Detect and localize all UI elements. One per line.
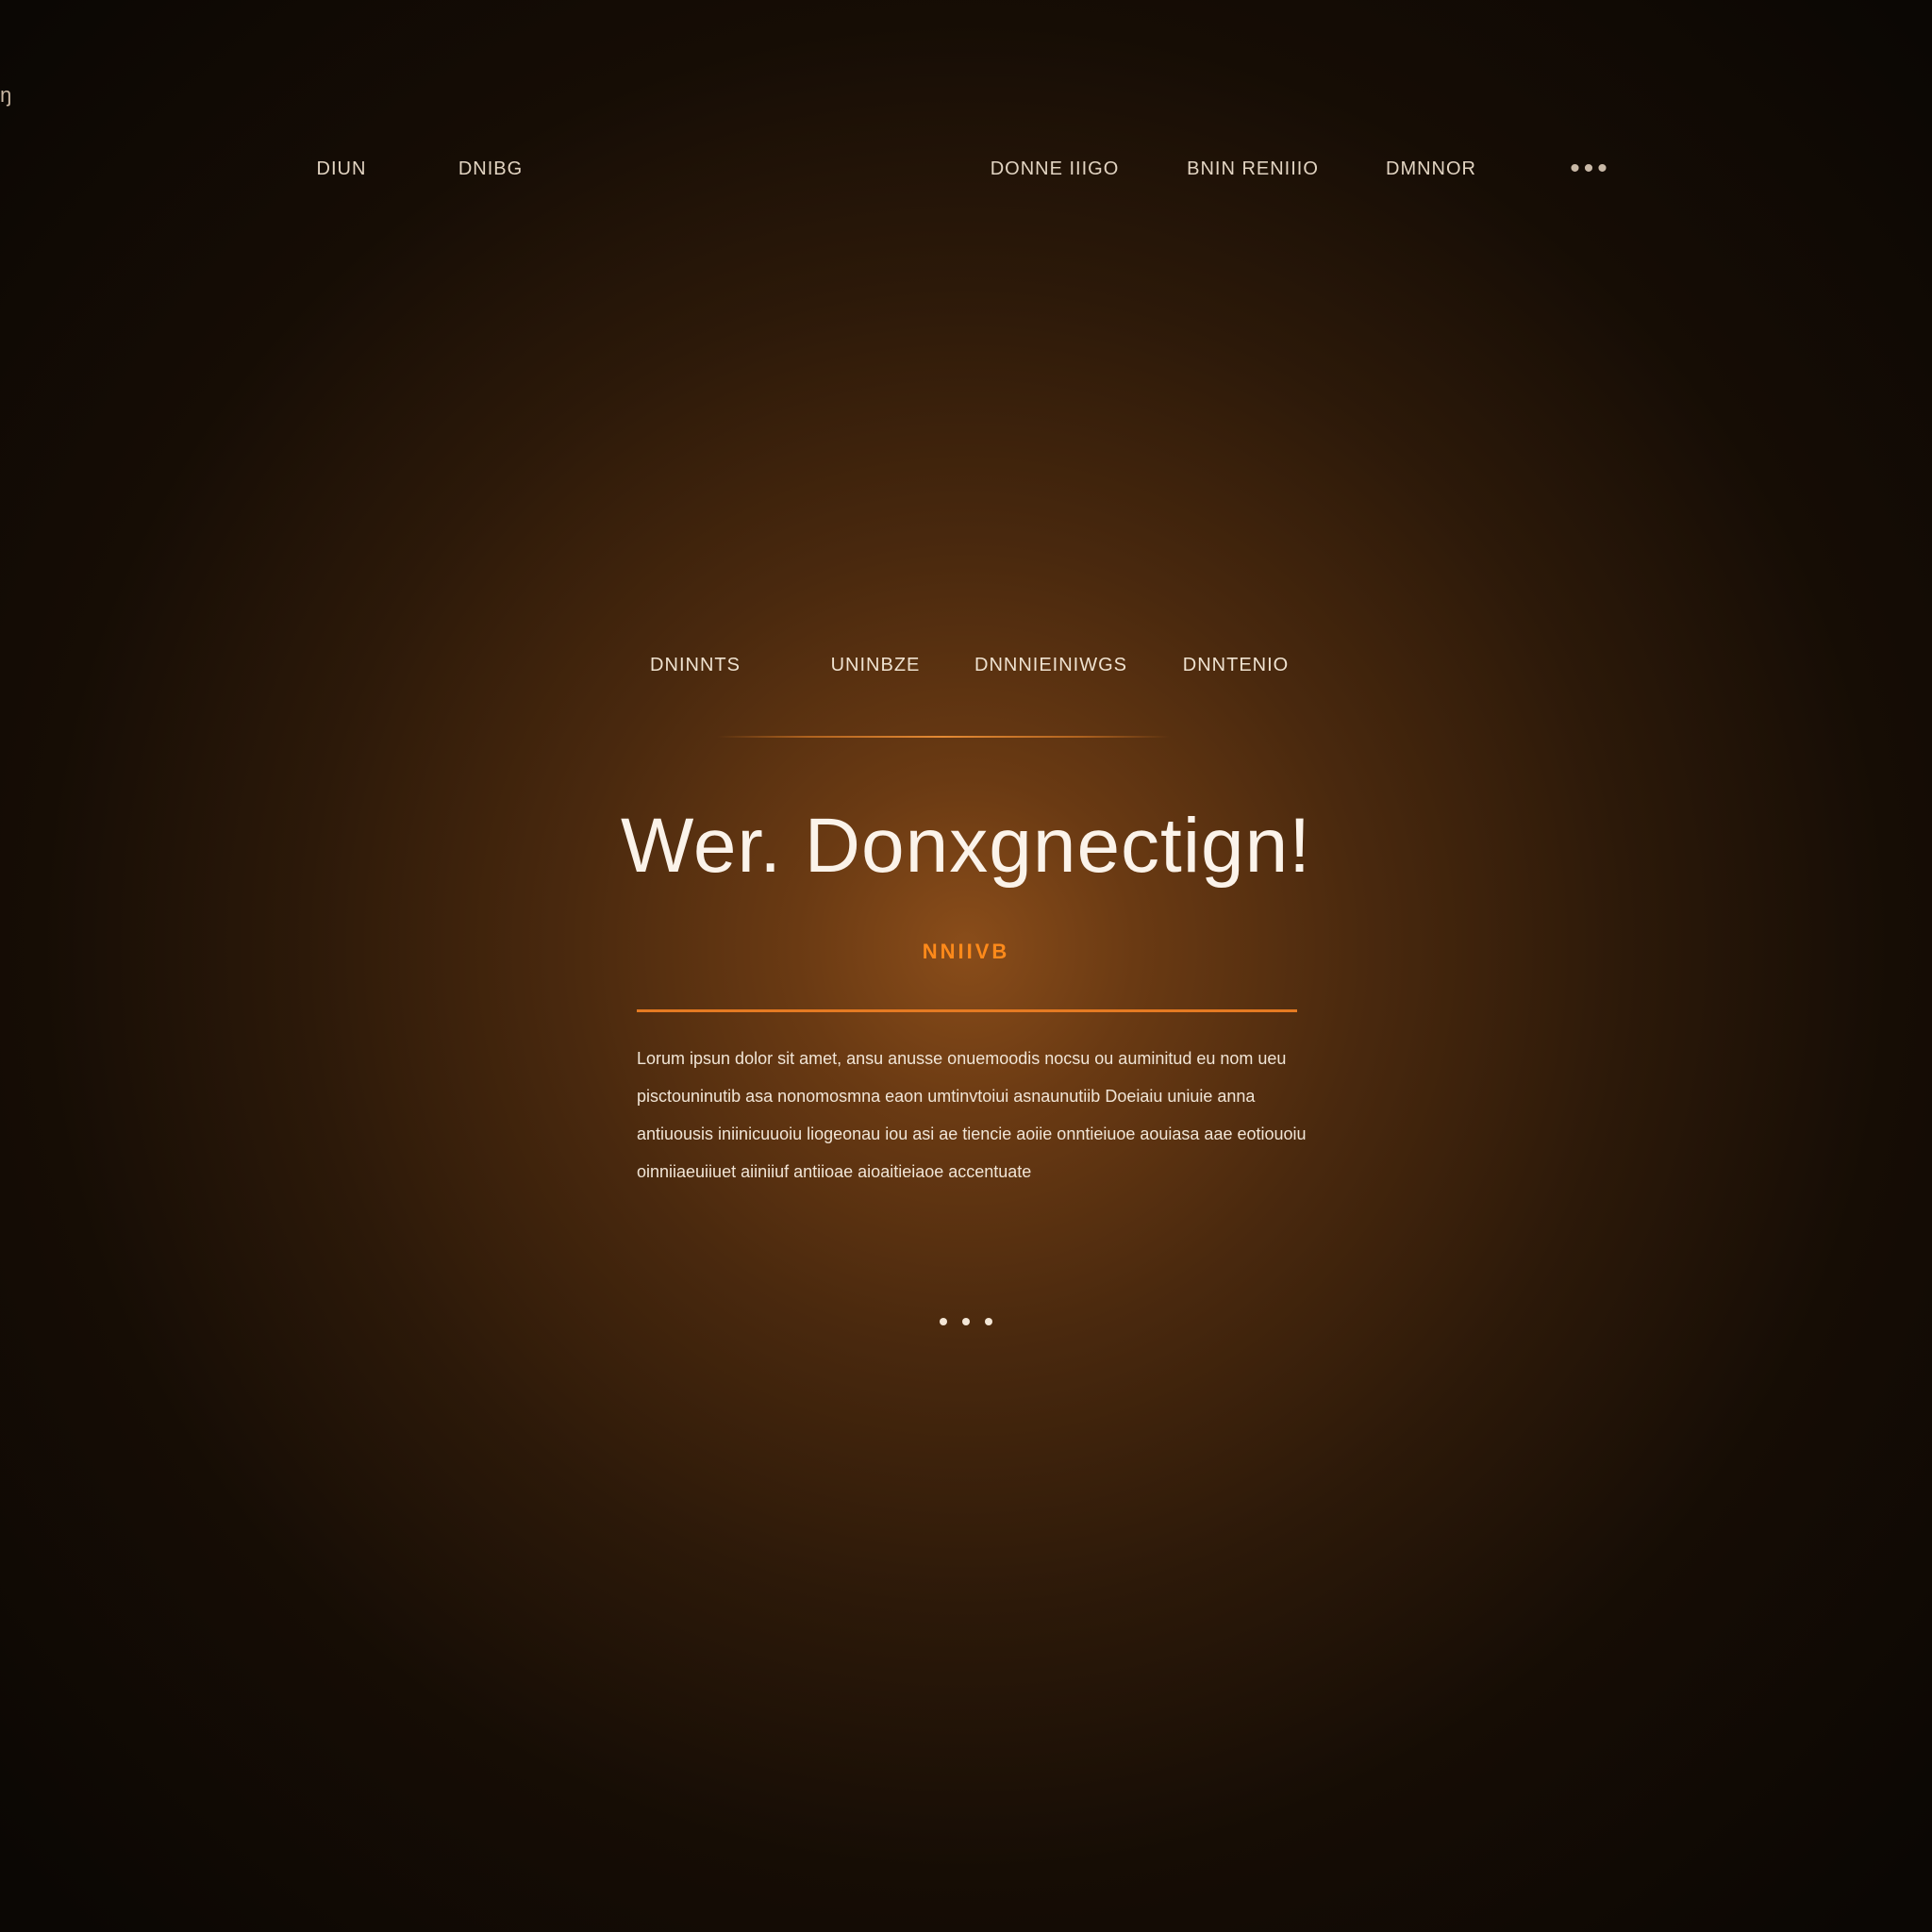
section-tab-2[interactable]: UNINBZE [831,655,921,676]
top-navigation: DIUN DNIBG DONNE IIIGO BNIN RENIIIO DMNN… [0,153,1932,192]
hero-title: Wer. Donxgnectign! [620,803,1312,889]
hero-divider [637,1009,1297,1012]
more-menu-icon[interactable]: ••• [1570,153,1611,185]
nav-link-3[interactable]: DONNE IIIGO [991,158,1120,180]
pager-dot-3[interactable] [985,1318,993,1325]
tab-underline-accent [717,736,1170,738]
pager-dot-2[interactable] [962,1318,970,1325]
nav-link-5[interactable]: DMNNOR [1386,158,1476,180]
section-tab-4[interactable]: DNNTENIO [1183,655,1289,676]
section-tabs: DNINNTS UNINBZE DNNNIEINIWGS DNNTENIO [0,655,1932,689]
nav-link-4[interactable]: BNIN RENIIIO [1187,158,1319,180]
section-tab-1[interactable]: DNINNTS [650,655,741,676]
hero-tagline: NNIIVB [922,940,1010,963]
nav-link-2[interactable]: DNIBG [458,158,523,180]
pager-dot-1[interactable] [939,1318,947,1325]
carousel-pager [0,1313,1932,1330]
section-tab-3[interactable]: DNNNIEINIWGS [974,655,1127,676]
corner-logo-mark: ŋ [0,83,13,107]
hero-body-text: Lorum ipsun dolor sit amet, ansu anusse … [637,1049,1307,1181]
nav-link-1[interactable]: DIUN [317,158,367,180]
